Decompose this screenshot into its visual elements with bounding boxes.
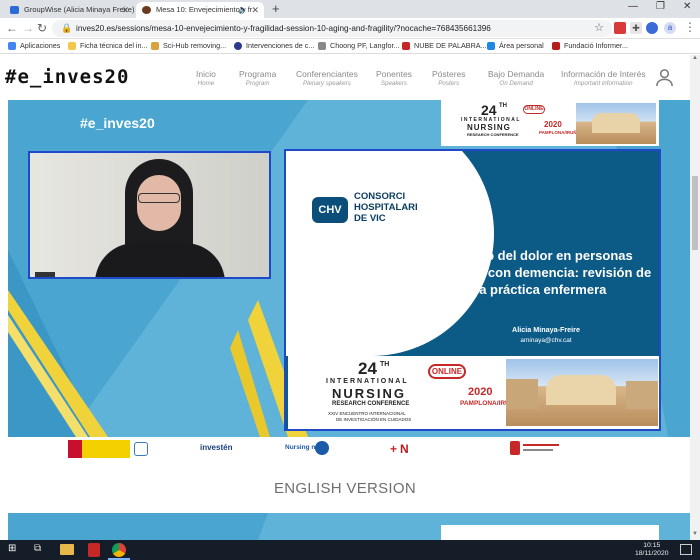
nav-bajo-demanda[interactable]: Bajo Demanda On Demand <box>488 69 544 87</box>
acrobat-icon[interactable] <box>88 543 100 557</box>
address-bar[interactable]: 🔒 inves20.es/sessions/mesa-10-envejecimi… <box>52 20 612 37</box>
profile-avatar[interactable]: a <box>664 22 676 34</box>
chrome-icon[interactable] <box>112 543 126 557</box>
tab-title: GroupWise (Alicia Minaya Freire) <box>24 5 134 14</box>
slide-title: Manejo del dolor en personas mayores con… <box>430 248 652 297</box>
bookmark-item[interactable]: NUBE DE PALABRA... <box>402 40 487 52</box>
back-icon[interactable]: ← <box>6 21 18 35</box>
nav-inicio[interactable]: Inicio Home <box>196 69 216 87</box>
reload-icon[interactable]: ↻ <box>37 21 47 35</box>
site-logo[interactable]: #e_inves20 <box>5 66 129 88</box>
org-name: CONSORCI HOSPITALARI DE VIC <box>354 191 418 224</box>
apps-grid-icon <box>8 42 16 50</box>
scroll-up-icon[interactable]: ▲ <box>692 55 698 61</box>
nav-posteres[interactable]: Pósteres Posters <box>432 69 466 87</box>
audio-icon[interactable]: 🔈 <box>238 2 248 18</box>
speaker-body <box>95 243 225 277</box>
maximize-icon[interactable]: ❐ <box>656 1 665 12</box>
close-icon[interactable]: ✕ <box>121 2 129 18</box>
new-tab-button[interactable]: + <box>272 1 280 16</box>
forward-icon[interactable]: → <box>22 21 34 35</box>
url-text[interactable]: inves20.es/sessions/mesa-10-envejecimien… <box>76 22 491 35</box>
bookmark-apps[interactable]: Aplicaciones <box>8 40 60 52</box>
camera-label-bar <box>35 272 55 277</box>
slide-email: aminaya@chv.cat <box>520 337 572 344</box>
google-icon <box>318 42 326 50</box>
bookmark-item[interactable]: Área personal <box>487 40 544 52</box>
scroll-down-icon[interactable]: ▼ <box>692 531 698 537</box>
menu-kebab-icon[interactable]: ⋮ <box>684 20 696 34</box>
site-favicon-icon <box>142 6 151 14</box>
folder-icon <box>68 42 76 50</box>
online-badge: ONLINE <box>428 364 466 379</box>
investen-logo: investén <box>200 443 233 452</box>
session-stage: #e_inves20 24 TH INTERNATIONAL NURSING R… <box>8 100 690 437</box>
bookmark-item[interactable]: Sci-Hub removing... <box>151 40 226 52</box>
chv-logo-icon: CHV <box>312 197 348 223</box>
event-hashtag: #e_inves20 <box>80 115 155 131</box>
presentation-slide[interactable]: CHV CONSORCI HOSPITALARI DE VIC Manejo d… <box>284 149 661 431</box>
close-window-icon[interactable]: ✕ <box>683 1 691 12</box>
file-explorer-icon[interactable] <box>60 544 74 555</box>
bookmark-item[interactable]: Choong PF, Langfor... <box>318 40 400 52</box>
nav-ponentes[interactable]: Ponentes Speakers <box>376 69 412 87</box>
sponsors-bar: investén Nursing now + N <box>0 437 690 467</box>
extension-blue-icon[interactable] <box>646 22 658 34</box>
nursing-now-logo: Nursing now <box>285 439 329 459</box>
site-header: #e_inves20 Inicio Home Programa Program Co… <box>0 55 690 100</box>
tab-groupwise[interactable]: GroupWise (Alicia Minaya Freire) ✕ <box>4 2 134 18</box>
slide-conference-banner: 24 TH INTERNATIONAL NURSING RESEARCH CON… <box>288 356 659 429</box>
bookmark-item[interactable]: Ficha técnica del in... <box>68 40 148 52</box>
bookmark-favicon-icon <box>552 42 560 50</box>
bookmark-favicon-icon <box>402 42 410 50</box>
tab-mesa10[interactable]: Mesa 10: Envejecimiento y fr 🔈 ✕ <box>136 2 264 18</box>
windows-taskbar: ⊞ ⧉ 10:15 18/11/2020 <box>0 540 700 560</box>
page-scrollbar[interactable]: ▲ ▼ <box>690 55 700 540</box>
minimize-icon[interactable]: — <box>628 1 638 12</box>
english-session-stage <box>8 513 690 540</box>
bookmark-star-icon[interactable]: ☆ <box>594 21 604 34</box>
mail-icon <box>10 6 19 14</box>
bookmark-favicon-icon <box>151 42 159 50</box>
speaker-face <box>137 175 181 231</box>
navarra-logo: + N <box>390 442 409 456</box>
conference-banner: 24 TH INTERNATIONAL NURSING RESEARCH CON… <box>441 100 659 146</box>
city-photo <box>576 103 656 144</box>
task-view-icon[interactable]: ⧉ <box>34 543 41 554</box>
windows-start-icon[interactable]: ⊞ <box>8 543 16 554</box>
scrollbar-thumb[interactable] <box>692 176 698 250</box>
speaker-webcam-video[interactable] <box>28 151 271 279</box>
bookmark-item[interactable]: Intervenciones de c... <box>234 40 314 52</box>
close-icon[interactable]: ✕ <box>251 2 259 18</box>
browser-toolbar: ← → ↻ 🔒 inves20.es/sessions/mesa-10-enve… <box>0 18 700 39</box>
bookmark-favicon-icon <box>487 42 495 50</box>
user-account-icon[interactable] <box>655 68 674 87</box>
glasses-icon <box>138 193 180 203</box>
conference-banner <box>441 525 659 540</box>
bookmarks-bar: Aplicaciones Ficha técnica del in... Sci… <box>0 39 700 54</box>
nav-informacion[interactable]: Información de Interés Important informat… <box>561 69 646 87</box>
slide-author: Alicia Minaya-Freire <box>512 325 580 334</box>
city-photo <box>506 359 658 426</box>
bookmark-favicon-icon <box>234 42 242 50</box>
notifications-icon[interactable] <box>680 544 692 555</box>
nav-programa[interactable]: Programa Program <box>239 69 276 87</box>
nav-conferenciantes[interactable]: Conferenciantes Plenary speakers <box>296 69 358 87</box>
lock-icon: 🔒 <box>61 23 73 33</box>
extension-icon[interactable] <box>614 22 626 34</box>
servicio-navarro-salud-logo <box>510 441 560 457</box>
online-badge: ONLINE <box>523 105 545 114</box>
government-logo <box>68 440 148 458</box>
browser-tab-strip: GroupWise (Alicia Minaya Freire) ✕ Mesa … <box>0 0 700 18</box>
english-version-heading: ENGLISH VERSION <box>273 480 417 497</box>
system-clock[interactable]: 10:15 18/11/2020 <box>635 542 669 558</box>
puzzle-icon[interactable]: ✚ <box>630 22 642 34</box>
bookmark-item[interactable]: Fundació Informer... <box>552 40 628 52</box>
